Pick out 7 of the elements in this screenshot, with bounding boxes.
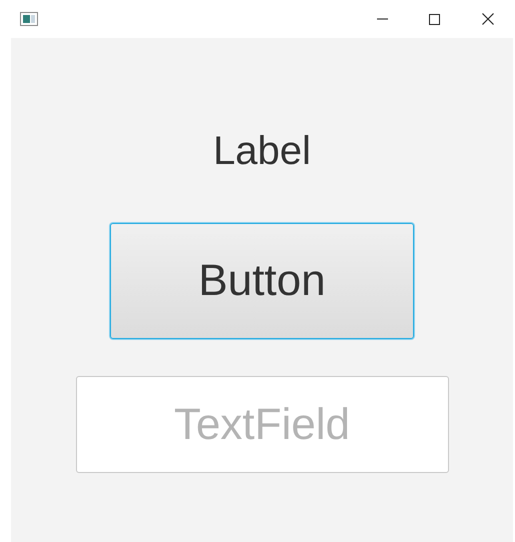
maximize-icon (428, 14, 440, 24)
close-icon (482, 13, 494, 25)
button[interactable]: Button (110, 223, 414, 339)
text-field[interactable]: TextField (76, 376, 448, 473)
label-text: Label (213, 128, 311, 175)
minimize-icon (376, 18, 388, 20)
app-icon (20, 12, 38, 26)
